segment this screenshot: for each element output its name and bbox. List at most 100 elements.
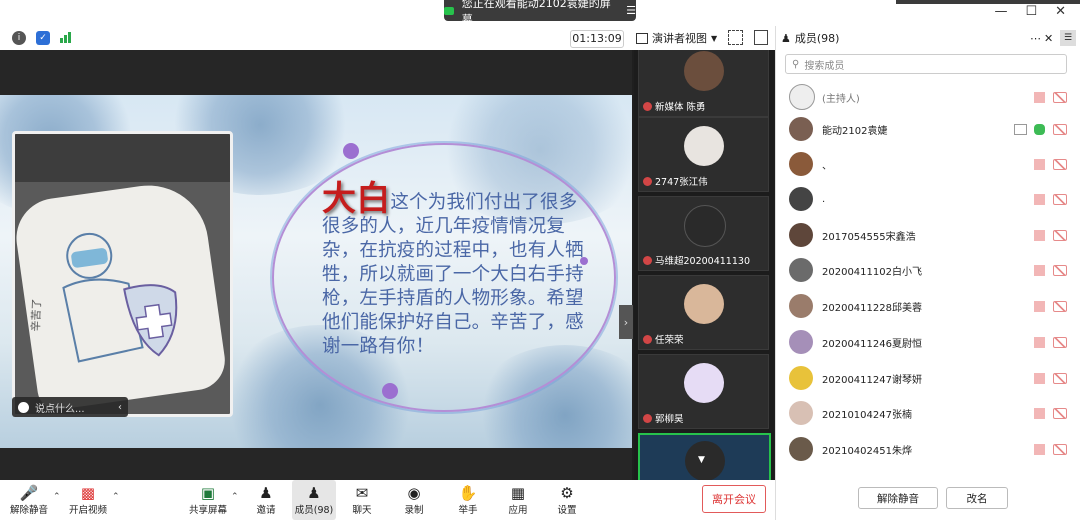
mic-off-icon: 🎤 bbox=[19, 484, 39, 502]
mic-off-icon bbox=[643, 334, 652, 344]
maximize-icon[interactable]: ☐ bbox=[1025, 4, 1037, 19]
slide-title: 大白 bbox=[322, 179, 391, 219]
mic-off-icon bbox=[643, 101, 652, 111]
video-tile[interactable]: 任荣荣 bbox=[638, 275, 769, 350]
unmute-button[interactable]: 🎤 解除静音 bbox=[7, 480, 51, 520]
menu-icon[interactable]: ☰ bbox=[1060, 30, 1076, 46]
settings-button[interactable]: ⚙ 设置 bbox=[545, 480, 589, 520]
raise-hand-button[interactable]: ✋ 举手 bbox=[446, 480, 490, 520]
mic-on-icon[interactable] bbox=[1034, 123, 1045, 135]
rename-button[interactable]: 改名 bbox=[946, 487, 1008, 509]
panel-title: 成员(98) bbox=[794, 32, 840, 45]
avatar bbox=[684, 205, 726, 247]
menu-icon[interactable]: ☰ bbox=[626, 4, 636, 17]
decor-dot bbox=[343, 143, 359, 159]
mic-off-icon[interactable] bbox=[1034, 229, 1045, 241]
chat-label: 聊天 bbox=[352, 505, 372, 516]
raise-hand-label: 举手 bbox=[458, 505, 478, 516]
participant-name: 20200411228邱美蓉 bbox=[822, 302, 922, 314]
avatar bbox=[684, 126, 724, 166]
fullscreen-icon[interactable] bbox=[728, 30, 743, 45]
video-tile[interactable]: 马维超20200411130 bbox=[638, 196, 769, 271]
mic-off-icon[interactable] bbox=[1034, 264, 1045, 276]
emoji-icon[interactable] bbox=[18, 401, 29, 413]
close-icon[interactable]: ✕ bbox=[1044, 32, 1053, 45]
video-tile[interactable]: 新媒体 陈勇 bbox=[638, 50, 769, 117]
chat-button[interactable]: ✉ 聊天 bbox=[340, 480, 384, 520]
screen-share-icon bbox=[444, 6, 454, 15]
avatar bbox=[789, 330, 813, 354]
info-icon[interactable]: i bbox=[12, 31, 26, 45]
participant-name: 能动2102袁婕 bbox=[822, 125, 888, 137]
view-switch-button[interactable]: 演讲者视图 ▼ bbox=[636, 30, 717, 46]
chevron-up-icon[interactable]: ⌃ bbox=[231, 492, 239, 502]
shared-screen: 辛苦了 说点什么... ‹ 大白这个为我们付出了很多很多的人，近几年疫情情况复杂… bbox=[0, 50, 633, 480]
share-screen-icon: ▣ bbox=[200, 484, 216, 502]
avatar bbox=[789, 366, 813, 390]
video-tile[interactable]: 2747张江伟 bbox=[638, 117, 769, 192]
apps-icon: ▦ bbox=[510, 484, 526, 502]
more-icon[interactable]: ⋯ bbox=[1030, 32, 1041, 45]
chevron-up-icon[interactable]: ⌃ bbox=[53, 492, 61, 502]
chevron-left-icon[interactable]: ‹ bbox=[118, 402, 128, 413]
participant-name: 2017054555宋鑫浩 bbox=[822, 231, 916, 243]
start-video-button[interactable]: ▩ 开启视频 bbox=[66, 480, 110, 520]
mic-off-icon[interactable] bbox=[1034, 336, 1045, 348]
video-off-icon: ▩ bbox=[80, 484, 96, 502]
hand-icon: ✋ bbox=[458, 484, 478, 502]
mic-off-icon[interactable] bbox=[1034, 407, 1045, 419]
video-off-icon[interactable] bbox=[1053, 372, 1067, 384]
mic-off-icon bbox=[643, 176, 652, 186]
slide-text-block: 大白这个为我们付出了很多很多的人，近几年疫情情况复杂，在抗疫的过程中，也有人牺牲… bbox=[322, 182, 584, 359]
chevron-down-icon[interactable]: ▼ bbox=[698, 455, 705, 465]
video-off-icon[interactable] bbox=[1053, 407, 1067, 419]
share-banner-text: 您正在观看能动2102袁婕的屏幕 bbox=[461, 0, 611, 26]
video-off-icon[interactable] bbox=[1053, 336, 1067, 348]
mic-off-icon[interactable] bbox=[1034, 443, 1045, 455]
invite-button[interactable]: ♟ 邀请 bbox=[244, 480, 288, 520]
video-off-icon[interactable] bbox=[1053, 264, 1067, 276]
mic-off-icon[interactable] bbox=[1034, 193, 1045, 205]
video-off-icon[interactable] bbox=[1053, 91, 1067, 103]
record-button[interactable]: ◉ 录制 bbox=[392, 480, 436, 520]
chevron-down-icon: ▼ bbox=[711, 33, 718, 43]
video-off-icon[interactable] bbox=[1053, 193, 1067, 205]
minimize-icon[interactable]: — bbox=[994, 4, 1007, 19]
record-icon: ◉ bbox=[407, 484, 421, 502]
layout-icon[interactable] bbox=[754, 30, 768, 45]
search-input[interactable]: ⚲ 搜索成员 bbox=[785, 54, 1067, 74]
mic-off-icon[interactable] bbox=[1034, 158, 1045, 170]
mic-off-icon[interactable] bbox=[1034, 372, 1045, 384]
share-banner[interactable]: 您正在观看能动2102袁婕的屏幕 ☰ bbox=[444, 0, 636, 26]
apps-button[interactable]: ▦ 应用 bbox=[496, 480, 540, 520]
chat-input-pill[interactable]: 说点什么... ‹ bbox=[12, 397, 128, 417]
video-off-icon[interactable] bbox=[1053, 123, 1067, 135]
leave-meeting-button[interactable]: 离开会议 bbox=[702, 485, 766, 513]
active-speaker-tile[interactable]: ▼ bbox=[638, 433, 771, 480]
participant-row[interactable]: 20210402451朱烨 bbox=[776, 426, 1076, 472]
signal-icon[interactable] bbox=[60, 32, 71, 43]
video-off-icon[interactable] bbox=[1053, 443, 1067, 455]
video-off-icon[interactable] bbox=[1053, 158, 1067, 170]
record-label: 录制 bbox=[404, 505, 424, 516]
mic-off-icon[interactable] bbox=[1034, 300, 1045, 312]
video-gallery: 新媒体 陈勇 2747张江伟 马维超20200411130 任荣荣 郭柳昊 ▼ bbox=[634, 50, 774, 480]
unmute-all-button[interactable]: 解除静音 bbox=[858, 487, 938, 509]
video-off-icon[interactable] bbox=[1053, 300, 1067, 312]
close-icon[interactable]: ✕ bbox=[1055, 4, 1066, 19]
avatar bbox=[789, 258, 813, 282]
start-video-label: 开启视频 bbox=[68, 505, 107, 516]
shield-icon[interactable]: ✓ bbox=[36, 31, 50, 45]
invite-label: 邀请 bbox=[256, 505, 276, 516]
mic-off-icon[interactable] bbox=[1034, 91, 1045, 103]
participants-button[interactable]: ♟ 成员(98) bbox=[292, 480, 336, 520]
share-screen-label: 共享屏幕 bbox=[188, 505, 227, 516]
grid-icon bbox=[636, 32, 648, 44]
video-off-icon[interactable] bbox=[1053, 229, 1067, 241]
avatar bbox=[789, 437, 813, 461]
share-screen-button[interactable]: ▣ 共享屏幕 bbox=[186, 480, 230, 520]
chevron-up-icon[interactable]: ⌃ bbox=[112, 492, 120, 502]
video-tile[interactable]: 郭柳昊 bbox=[638, 354, 769, 429]
collapse-gallery-button[interactable]: › bbox=[619, 305, 633, 339]
decor-dot bbox=[382, 383, 398, 399]
